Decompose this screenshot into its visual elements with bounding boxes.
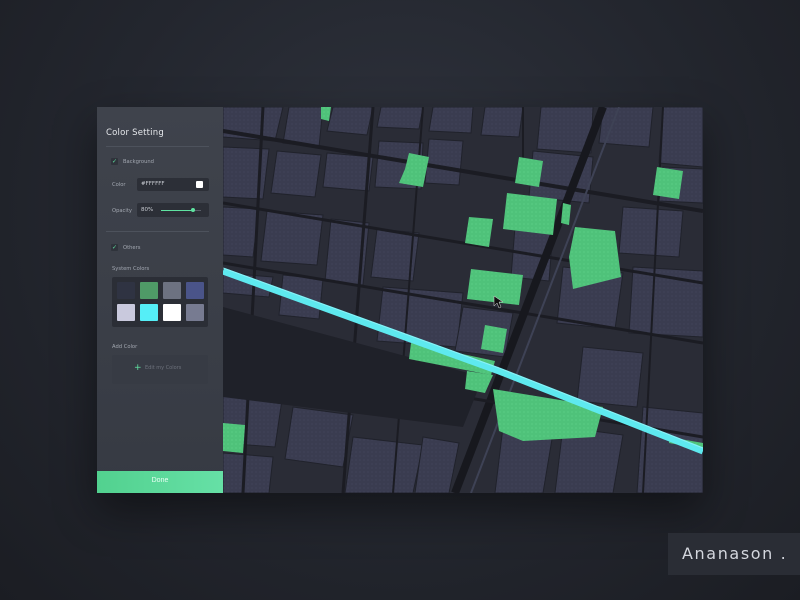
opacity-field[interactable]: 80% <box>137 203 209 217</box>
color-swatch-indigo[interactable] <box>186 282 204 299</box>
city-map[interactable] <box>223 107 703 493</box>
opacity-slider-fill <box>161 210 193 211</box>
color-preview-swatch[interactable] <box>196 181 203 188</box>
color-swatch-cyan[interactable] <box>140 304 158 321</box>
color-swatch-lavender[interactable] <box>117 304 135 321</box>
done-button[interactable]: Done <box>97 471 223 493</box>
background-checkbox[interactable]: ✓ <box>111 158 118 165</box>
opacity-slider-handle[interactable] <box>191 208 195 212</box>
edit-my-colors-button[interactable]: + Edit my Colors <box>112 355 208 384</box>
app-window: Color Setting ✓ Background Color #FFFFFF… <box>97 107 703 493</box>
panel-title: Color Setting <box>106 128 164 138</box>
color-label: Color <box>112 182 126 188</box>
divider <box>106 146 209 147</box>
color-field[interactable]: #FFFFFF <box>137 178 209 191</box>
color-swatch-gray[interactable] <box>163 282 181 299</box>
others-label: Others <box>123 245 141 251</box>
color-swatch-cool-gray[interactable] <box>186 304 204 321</box>
system-colors-label: System Colors <box>112 266 150 272</box>
done-label: Done <box>151 477 169 484</box>
add-color-label: Add Color <box>112 344 138 350</box>
system-colors-palette <box>112 277 208 327</box>
color-swatch-dark-slate[interactable] <box>117 282 135 299</box>
background-label: Background <box>123 159 154 165</box>
color-swatch-green[interactable] <box>140 282 158 299</box>
others-checkbox[interactable]: ✓ <box>111 244 118 251</box>
brand-name: Ananason . <box>682 544 788 563</box>
opacity-value: 80% <box>141 207 154 213</box>
color-setting-panel: Color Setting ✓ Background Color #FFFFFF… <box>97 107 223 493</box>
edit-my-colors-label: Edit my Colors <box>145 365 182 371</box>
plus-icon: + <box>134 363 142 373</box>
color-value: #FFFFFF <box>141 181 165 187</box>
brand-badge: Ananason . <box>668 533 800 575</box>
color-swatch-white[interactable] <box>163 304 181 321</box>
map-canvas[interactable] <box>223 107 703 493</box>
divider <box>106 231 209 232</box>
opacity-label: Opacity <box>112 208 132 214</box>
